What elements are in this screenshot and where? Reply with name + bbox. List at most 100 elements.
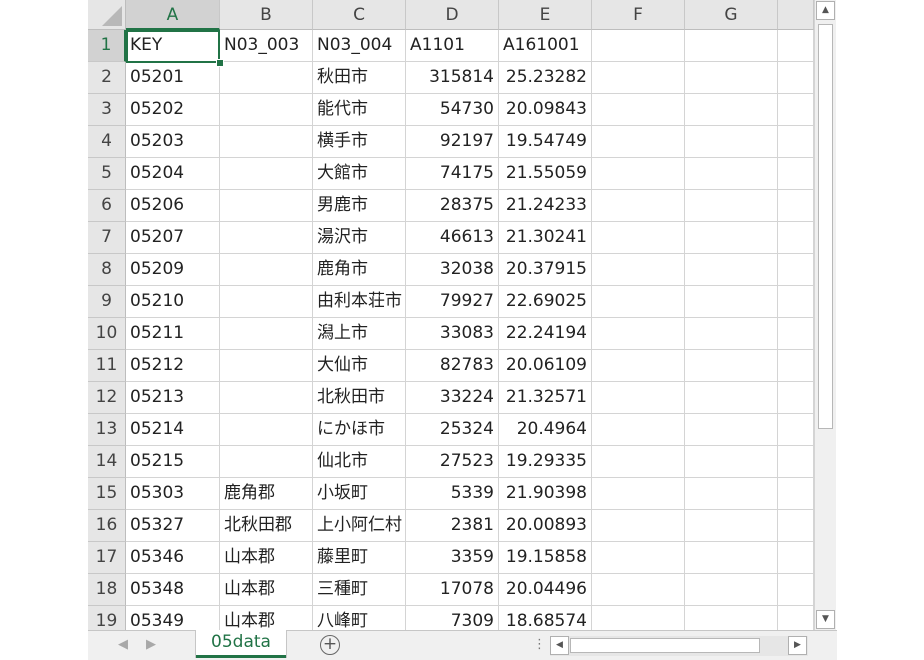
cell-partial[interactable] [778, 446, 814, 478]
vertical-scrollbar[interactable]: ▲ ▼ [814, 0, 836, 630]
cell-a15[interactable]: 05303 [126, 478, 220, 510]
cell-a2[interactable]: 05201 [126, 62, 220, 94]
row-header[interactable]: 15 [88, 478, 126, 510]
cell-partial[interactable] [778, 542, 814, 574]
cell-f14[interactable] [592, 446, 685, 478]
sheet-tab-05data[interactable]: 05data [196, 630, 286, 658]
cell-b8[interactable] [220, 254, 313, 286]
cell-a18[interactable]: 05348 [126, 574, 220, 606]
cell-d17[interactable]: 3359 [406, 542, 499, 574]
cell-f7[interactable] [592, 222, 685, 254]
cell-a4[interactable]: 05203 [126, 126, 220, 158]
cell-partial[interactable] [778, 574, 814, 606]
cell-b17[interactable]: 山本郡 [220, 542, 313, 574]
cell-g16[interactable] [685, 510, 778, 542]
cell-partial[interactable] [778, 350, 814, 382]
cell-c5[interactable]: 大館市 [313, 158, 406, 190]
cell-b16[interactable]: 北秋田郡 [220, 510, 313, 542]
cell-partial[interactable] [778, 382, 814, 414]
cell-b13[interactable] [220, 414, 313, 446]
cell-e13[interactable]: 20.4964 [499, 414, 592, 446]
cell-a10[interactable]: 05211 [126, 318, 220, 350]
cell-d11[interactable]: 82783 [406, 350, 499, 382]
cell-f10[interactable] [592, 318, 685, 350]
cell-c3[interactable]: 能代市 [313, 94, 406, 126]
cell-a7[interactable]: 05207 [126, 222, 220, 254]
row-header[interactable]: 4 [88, 126, 126, 158]
tab-splitter-icon[interactable]: ⋮ [533, 637, 546, 652]
cell-c12[interactable]: 北秋田市 [313, 382, 406, 414]
cell-partial[interactable] [778, 286, 814, 318]
cell-d9[interactable]: 79927 [406, 286, 499, 318]
next-sheet-icon[interactable]: ▶ [146, 637, 156, 652]
cell-f2[interactable] [592, 62, 685, 94]
cell-e6[interactable]: 21.24233 [499, 190, 592, 222]
cell-d8[interactable]: 32038 [406, 254, 499, 286]
cell-f18[interactable] [592, 574, 685, 606]
cell-b10[interactable] [220, 318, 313, 350]
cell-b15[interactable]: 鹿角郡 [220, 478, 313, 510]
column-header-b[interactable]: B [220, 0, 313, 30]
cell-a9[interactable]: 05210 [126, 286, 220, 318]
cell-b7[interactable] [220, 222, 313, 254]
scroll-left-button[interactable]: ◀ [550, 636, 569, 655]
cell-g2[interactable] [685, 62, 778, 94]
cell-a6[interactable]: 05206 [126, 190, 220, 222]
cell-c10[interactable]: 潟上市 [313, 318, 406, 350]
cell-f4[interactable] [592, 126, 685, 158]
cell-partial[interactable] [778, 62, 814, 94]
cell-partial[interactable] [778, 478, 814, 510]
cell-a13[interactable]: 05214 [126, 414, 220, 446]
cell-partial[interactable] [778, 510, 814, 542]
cell-b11[interactable] [220, 350, 313, 382]
cell-g7[interactable] [685, 222, 778, 254]
row-header[interactable]: 12 [88, 382, 126, 414]
cell-g12[interactable] [685, 382, 778, 414]
cell-a5[interactable]: 05204 [126, 158, 220, 190]
column-header-partial[interactable] [778, 0, 814, 30]
scroll-down-button[interactable]: ▼ [816, 610, 835, 629]
row-header[interactable]: 9 [88, 286, 126, 318]
cell-f6[interactable] [592, 190, 685, 222]
cell-c4[interactable]: 横手市 [313, 126, 406, 158]
cell-e1[interactable]: A161001 [499, 30, 592, 62]
cell-e5[interactable]: 21.55059 [499, 158, 592, 190]
cell-c6[interactable]: 男鹿市 [313, 190, 406, 222]
cell-g1[interactable] [685, 30, 778, 62]
cell-d6[interactable]: 28375 [406, 190, 499, 222]
cell-d13[interactable]: 25324 [406, 414, 499, 446]
cell-c16[interactable]: 上小阿仁村 [313, 510, 406, 542]
cell-c2[interactable]: 秋田市 [313, 62, 406, 94]
cell-g9[interactable] [685, 286, 778, 318]
cell-partial[interactable] [778, 318, 814, 350]
row-header[interactable]: 8 [88, 254, 126, 286]
column-header-e[interactable]: E [499, 0, 592, 30]
cell-g10[interactable] [685, 318, 778, 350]
cell-b18[interactable]: 山本郡 [220, 574, 313, 606]
vertical-scroll-thumb[interactable] [818, 24, 833, 429]
cell-e16[interactable]: 20.00893 [499, 510, 592, 542]
cell-g3[interactable] [685, 94, 778, 126]
cell-c11[interactable]: 大仙市 [313, 350, 406, 382]
cell-g8[interactable] [685, 254, 778, 286]
cell-f17[interactable] [592, 542, 685, 574]
row-header[interactable]: 14 [88, 446, 126, 478]
column-header-a[interactable]: A [126, 0, 220, 30]
cell-b1[interactable]: N03_003 [220, 30, 313, 62]
cell-c17[interactable]: 藤里町 [313, 542, 406, 574]
cell-f16[interactable] [592, 510, 685, 542]
cell-f3[interactable] [592, 94, 685, 126]
column-header-c[interactable]: C [313, 0, 406, 30]
cell-f15[interactable] [592, 478, 685, 510]
prev-sheet-icon[interactable]: ◀ [118, 637, 128, 652]
cell-d15[interactable]: 5339 [406, 478, 499, 510]
cell-a12[interactable]: 05213 [126, 382, 220, 414]
cell-b6[interactable] [220, 190, 313, 222]
cell-d14[interactable]: 27523 [406, 446, 499, 478]
cell-d4[interactable]: 92197 [406, 126, 499, 158]
row-header[interactable]: 3 [88, 94, 126, 126]
add-sheet-icon[interactable]: + [320, 635, 340, 655]
cell-b14[interactable] [220, 446, 313, 478]
cell-partial[interactable] [778, 254, 814, 286]
cell-partial[interactable] [778, 158, 814, 190]
